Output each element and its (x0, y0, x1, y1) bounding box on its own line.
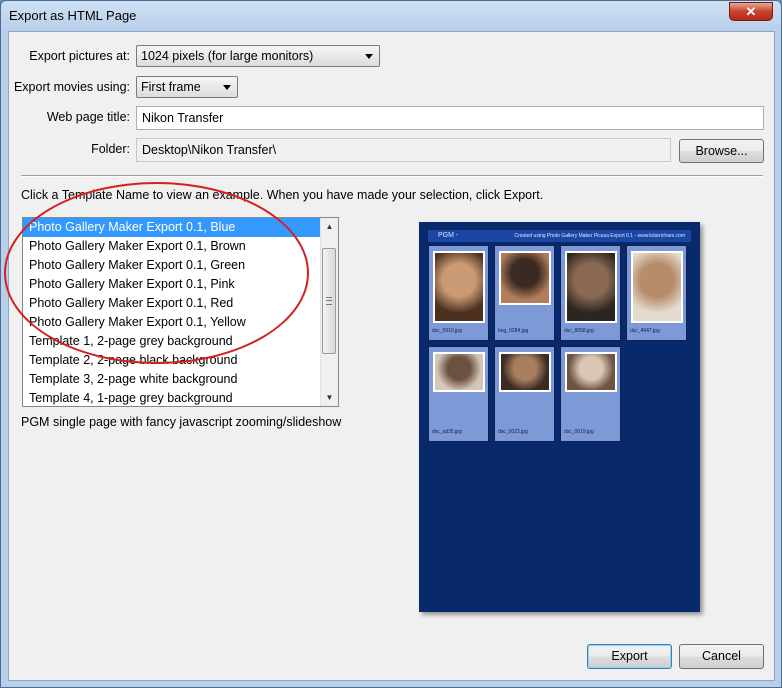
preview-thumbnail: dsc_8058.jpg (560, 245, 621, 341)
web-title-input[interactable]: Nikon Transfer (136, 106, 764, 130)
folder-field: Desktop\Nikon Transfer\ (136, 138, 671, 162)
template-list-item[interactable]: Photo Gallery Maker Export 0.1, Brown (23, 237, 321, 256)
close-button[interactable]: ✕ (729, 2, 773, 21)
template-list[interactable]: Photo Gallery Maker Export 0.1, Blue Phot… (22, 217, 339, 407)
export-pictures-label: Export pictures at: (29, 49, 130, 63)
thumbnail-photo (499, 251, 551, 305)
template-list-item[interactable]: Photo Gallery Maker Export 0.1, Green (23, 256, 321, 275)
chevron-down-icon (223, 85, 231, 90)
title-bar: Export as HTML Page ✕ (1, 1, 781, 31)
thumbnail-photo (499, 352, 551, 392)
export-pictures-value: 1024 pixels (for large monitors) (141, 49, 314, 63)
template-list-item[interactable]: Template 1, 2-page grey background (23, 332, 321, 351)
preview-thumbnail: dsc_ad35.jpg (428, 346, 489, 442)
export-movies-value: First frame (141, 80, 201, 94)
dialog-body: Export pictures at: 1024 pixels (for lar… (4, 31, 775, 681)
thumbnail-caption: dsc_ad35.jpg (432, 429, 462, 435)
thumbnail-photo (433, 251, 485, 323)
scroll-up-arrow-icon[interactable]: ▲ (321, 218, 338, 235)
thumbnail-caption: dsc_0023.jpg (498, 429, 528, 435)
separator (21, 175, 763, 177)
preview-credit: Created using Photo Gallery Maker Picasa… (514, 233, 685, 239)
export-movies-label: Export movies using: (13, 80, 130, 94)
preview-thumbnail: bog_0284.jpg (494, 245, 555, 341)
template-description: PGM single page with fancy javascript zo… (21, 415, 342, 429)
web-title-label: Web page title: (46, 110, 130, 124)
list-scrollbar[interactable]: ▲ ▼ (320, 218, 338, 406)
export-movies-select[interactable]: First frame (136, 76, 238, 98)
thumbnail-caption: dsc_4647.jpg (630, 328, 660, 334)
template-list-item[interactable]: Photo Gallery Maker Export 0.1, Blue (23, 218, 321, 237)
instructions-text: Click a Template Name to view an example… (21, 188, 544, 202)
scroll-down-arrow-icon[interactable]: ▼ (321, 389, 338, 406)
export-button[interactable]: Export (587, 644, 672, 669)
folder-label: Folder: (91, 142, 130, 156)
preview-thumbnail: dsc_0910.jpg (428, 245, 489, 341)
template-list-item[interactable]: Photo Gallery Maker Export 0.1, Yellow (23, 313, 321, 332)
thumbnail-caption: dsc_8058.jpg (564, 328, 594, 334)
cancel-button[interactable]: Cancel (679, 644, 764, 669)
preview-title: PGM - (438, 232, 459, 239)
window-title: Export as HTML Page (9, 8, 137, 23)
template-items: Photo Gallery Maker Export 0.1, Blue Phot… (23, 218, 321, 406)
browse-button[interactable]: Browse... (679, 139, 764, 163)
preview-thumbnail: dsc_0023.jpg (494, 346, 555, 442)
preview-thumbnail: dsc_0019.jpg (560, 346, 621, 442)
preview-thumbnail: dsc_4647.jpg (626, 245, 687, 341)
template-list-item[interactable]: Template 4, 1-page grey background (23, 389, 321, 406)
export-pictures-select[interactable]: 1024 pixels (for large monitors) (136, 45, 380, 67)
thumbnail-caption: bog_0284.jpg (498, 328, 529, 334)
scroll-thumb[interactable] (322, 248, 336, 354)
thumbnail-photo (565, 352, 617, 392)
thumbnail-caption: dsc_0019.jpg (564, 429, 594, 435)
template-preview: PGM - Created using Photo Gallery Maker … (419, 222, 700, 612)
thumbnail-caption: dsc_0910.jpg (432, 328, 462, 334)
template-list-item[interactable]: Template 3, 2-page white background (23, 370, 321, 389)
template-list-item[interactable]: Template 2, 2-page black background (23, 351, 321, 370)
export-dialog: Export as HTML Page ✕ Export pictures at… (0, 0, 782, 688)
preview-header: PGM - Created using Photo Gallery Maker … (428, 230, 691, 242)
template-list-item[interactable]: Photo Gallery Maker Export 0.1, Pink (23, 275, 321, 294)
thumbnail-photo (565, 251, 617, 323)
template-list-item[interactable]: Photo Gallery Maker Export 0.1, Red (23, 294, 321, 313)
thumbnail-photo (433, 352, 485, 392)
thumbnail-photo (631, 251, 683, 323)
close-icon: ✕ (745, 4, 757, 19)
grip-icon (326, 297, 332, 305)
chevron-down-icon (365, 54, 373, 59)
